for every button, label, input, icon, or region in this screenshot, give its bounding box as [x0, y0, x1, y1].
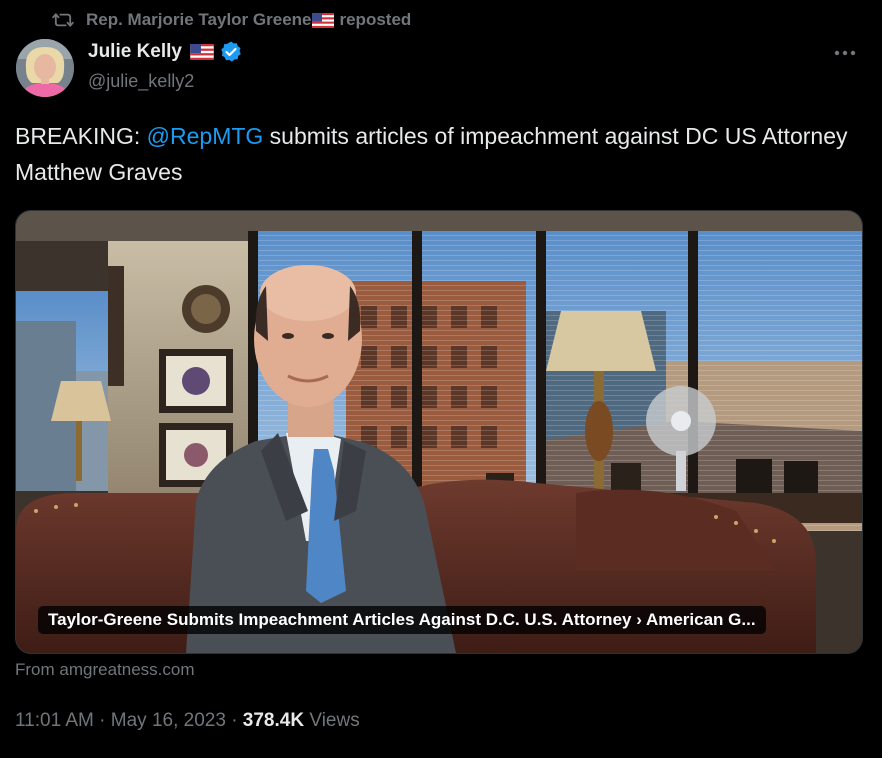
avatar-photo	[16, 39, 74, 97]
author-avatar[interactable]	[16, 39, 74, 97]
link-card[interactable]: Taylor-Greene Submits Impeachment Articl…	[15, 210, 863, 654]
meta-separator: ·	[99, 710, 106, 731]
verified-badge-icon[interactable]	[219, 40, 243, 64]
author-name-row[interactable]: Julie Kelly	[88, 40, 243, 64]
us-flag-icon	[312, 12, 335, 28]
author-handle[interactable]: @julie_kelly2	[88, 71, 194, 92]
tweet-time[interactable]: 11:01 AM	[15, 710, 94, 731]
repost-label: reposted	[339, 10, 412, 29]
views-label: Views	[309, 710, 360, 731]
repost-icon	[52, 13, 74, 27]
card-source[interactable]: From amgreatness.com	[15, 660, 195, 680]
views-count[interactable]: 378.4K	[243, 710, 304, 731]
tweet-text-prefix: BREAKING:	[15, 123, 147, 149]
card-image	[16, 211, 862, 653]
tweet-meta: 11:01 AM · May 16, 2023 · 378.4K Views	[15, 710, 360, 732]
us-flag-icon	[190, 44, 214, 60]
card-title[interactable]: Taylor-Greene Submits Impeachment Articl…	[38, 606, 766, 634]
reposter-name[interactable]: Rep. Marjorie Taylor Greene	[86, 10, 311, 30]
author-name[interactable]: Julie Kelly	[88, 41, 182, 63]
tweet-text: BREAKING: @RepMTG submits articles of im…	[15, 118, 867, 190]
tweet-date[interactable]: May 16, 2023	[111, 710, 226, 731]
mention-link[interactable]: @RepMTG	[147, 123, 264, 149]
more-options-button[interactable]	[830, 38, 860, 68]
meta-separator: ·	[231, 710, 238, 731]
more-options-icon	[834, 50, 856, 56]
repost-header[interactable]: Rep. Marjorie Taylor Greene reposted	[52, 8, 411, 32]
